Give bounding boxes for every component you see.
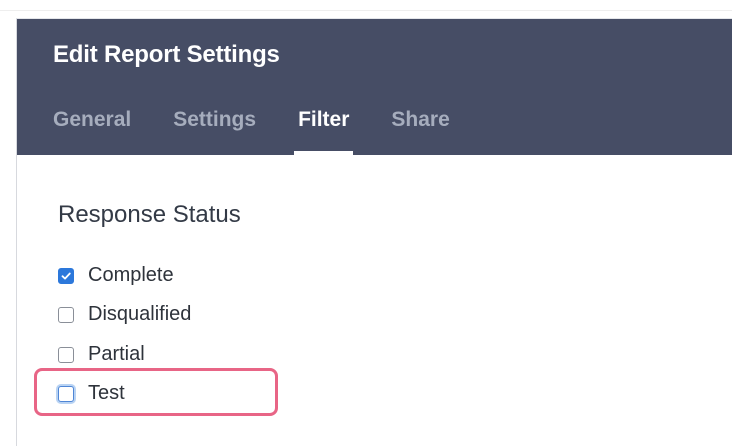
checkmark-icon [61, 272, 71, 279]
complete-checkbox[interactable] [58, 267, 74, 284]
partial-checkbox[interactable] [58, 346, 74, 363]
tab-general[interactable]: General [53, 106, 131, 155]
complete-option[interactable]: Complete [58, 264, 174, 287]
settings-tabs: General Settings Filter Share [53, 106, 492, 155]
tab-filter[interactable]: Filter [294, 106, 354, 155]
partial-option[interactable]: Partial [58, 343, 145, 366]
response-status-heading: Response Status [58, 201, 241, 228]
complete-label: Complete [88, 264, 174, 286]
page-edge [0, 10, 732, 11]
disqualified-label: Disqualified [88, 303, 192, 325]
disqualified-checkbox[interactable] [58, 306, 74, 323]
page-title: Edit Report Settings [53, 41, 280, 68]
settings-header: Edit Report Settings General Settings Fi… [17, 19, 732, 155]
test-option-highlight [34, 368, 278, 416]
partial-label: Partial [88, 343, 145, 365]
disqualified-option[interactable]: Disqualified [58, 303, 191, 326]
tab-settings[interactable]: Settings [173, 106, 256, 155]
tab-share[interactable]: Share [391, 106, 449, 155]
